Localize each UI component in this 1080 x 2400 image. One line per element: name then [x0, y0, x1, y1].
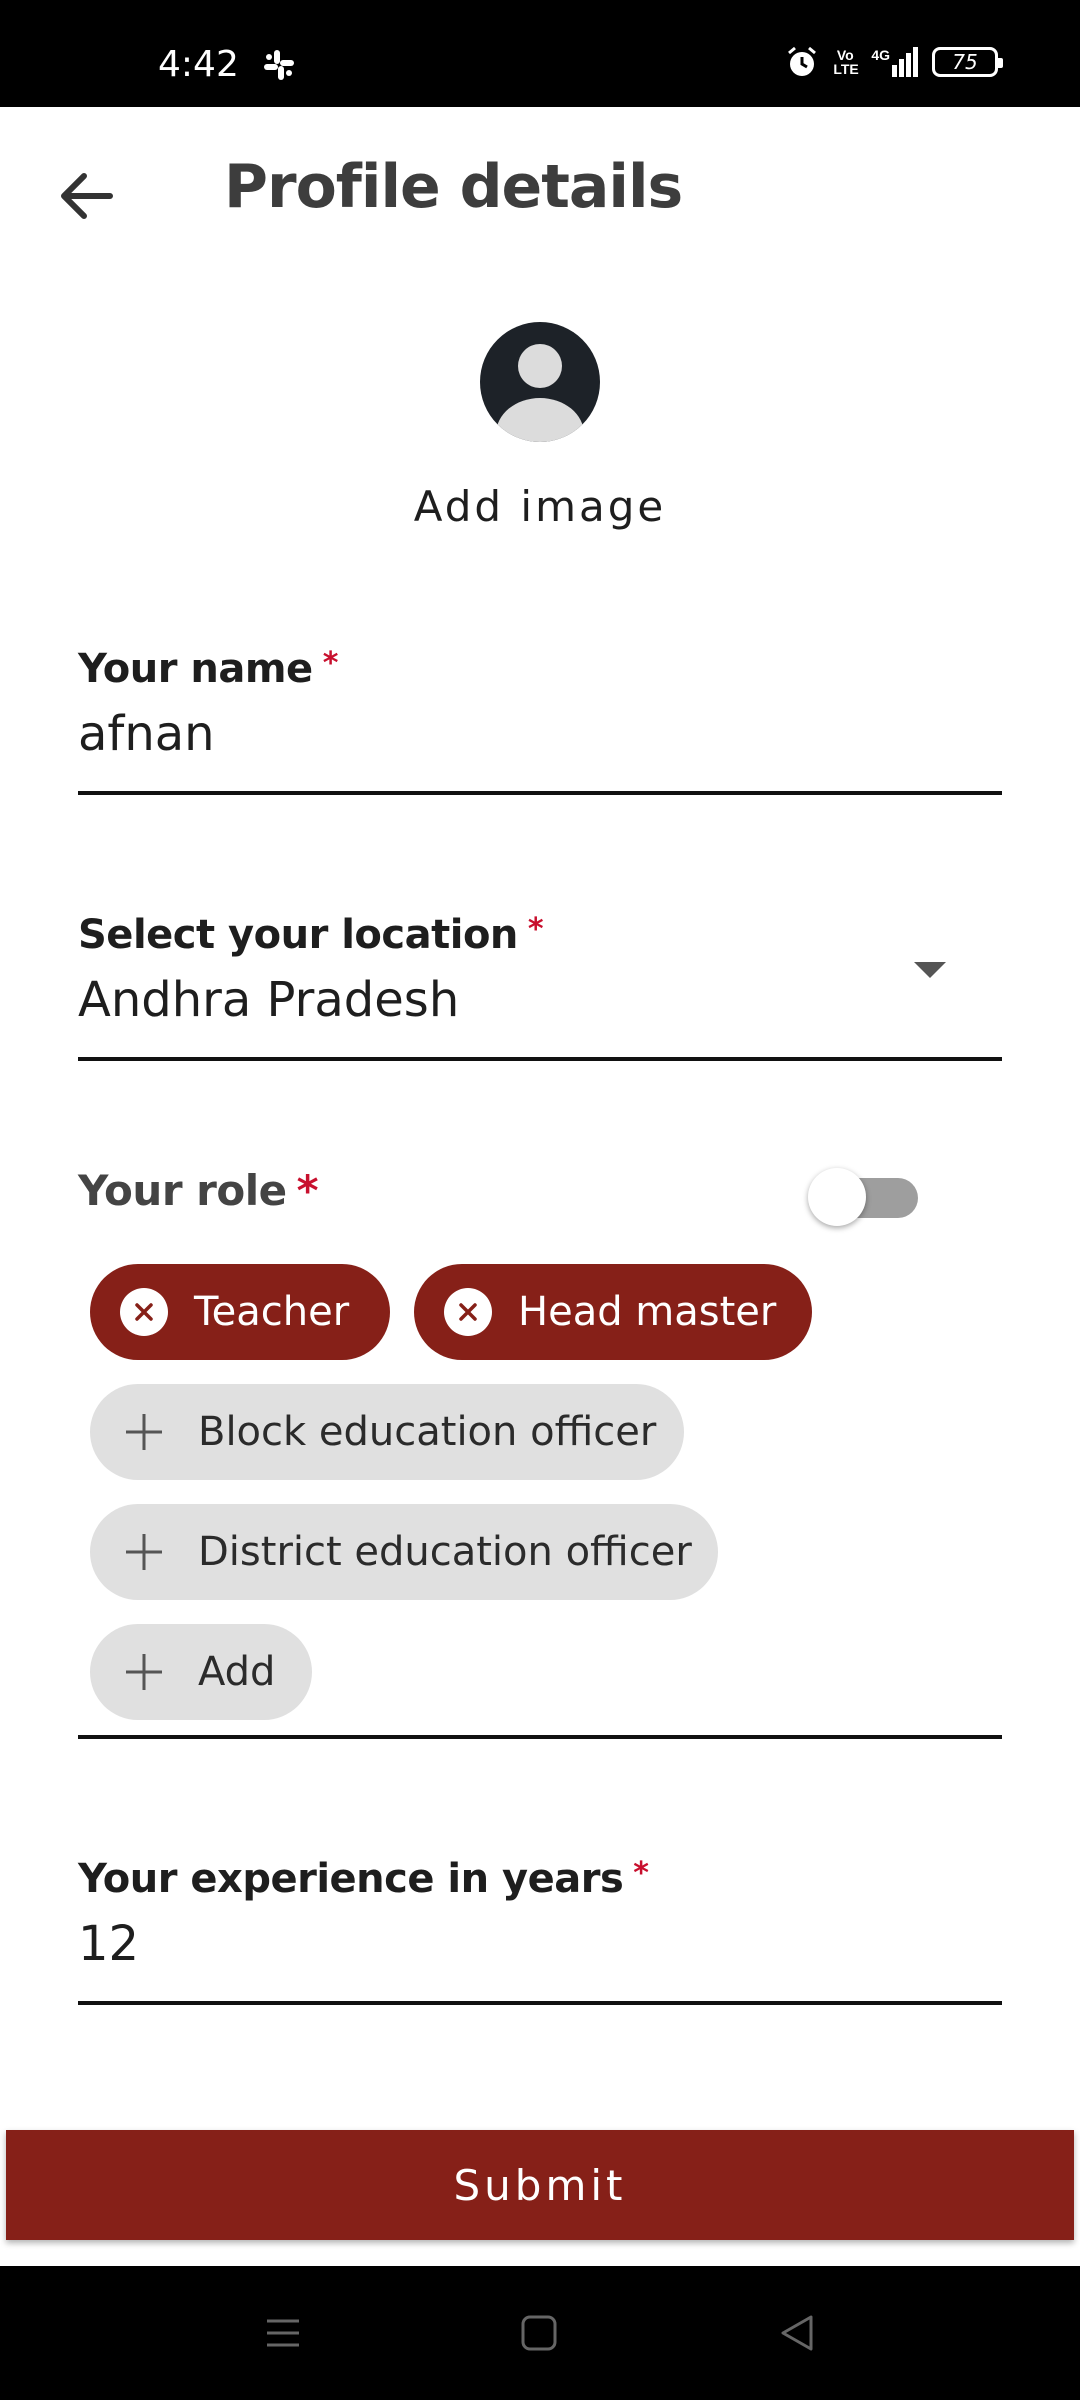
status-time: 4:42 [158, 44, 239, 85]
navigation-bar [0, 2266, 1080, 2400]
chip-label: Add [198, 1649, 276, 1695]
required-mark: * [296, 1166, 319, 1215]
network-type-label: 4G [871, 47, 890, 63]
battery-icon: 75 [932, 47, 1003, 77]
avatar[interactable] [480, 322, 600, 442]
name-label-text: Your name [78, 646, 313, 692]
back-icon [781, 2315, 813, 2351]
experience-field[interactable]: Your experience in years * 12 [78, 1856, 1002, 1972]
toggle-knob [808, 1168, 866, 1226]
submit-button[interactable]: Submit [6, 2130, 1074, 2240]
name-underline [78, 791, 1002, 795]
experience-label: Your experience in years * [78, 1856, 1002, 1902]
required-mark: * [527, 912, 544, 947]
experience-input[interactable]: 12 [78, 1916, 1002, 1972]
alarm-icon [788, 46, 817, 76]
plus-icon [120, 1408, 168, 1456]
back-nav-button[interactable] [772, 2308, 822, 2358]
home-icon [521, 2315, 557, 2351]
slack-icon [264, 50, 294, 80]
dropdown-arrow-icon[interactable] [914, 962, 946, 978]
role-underline [78, 1735, 1002, 1739]
back-button[interactable] [50, 160, 122, 232]
chip-label: District education officer [198, 1529, 692, 1575]
add-image-button[interactable]: Add image [0, 482, 1080, 531]
required-mark: * [633, 1856, 649, 1891]
chip-label: Head master [518, 1289, 777, 1335]
experience-underline [78, 2001, 1002, 2005]
chip-block-education-officer[interactable]: Block education officer [90, 1384, 684, 1480]
battery-level: 75 [952, 50, 978, 74]
status-bar: 4:42 Vo LTE 4G 75 [0, 0, 1080, 107]
signal-icon: 4G [871, 47, 918, 77]
location-underline [78, 1057, 1002, 1061]
close-icon[interactable] [120, 1288, 168, 1336]
menu-button[interactable] [258, 2308, 308, 2358]
chip-district-education-officer[interactable]: District education officer [90, 1504, 718, 1600]
back-arrow-icon [61, 173, 113, 219]
required-mark: * [322, 646, 339, 681]
chip-head-master[interactable]: Head master [414, 1264, 812, 1360]
location-label-text: Select your location [78, 912, 518, 958]
close-icon[interactable] [444, 1288, 492, 1336]
role-label-text: Your role [78, 1166, 287, 1215]
name-label: Your name * [78, 646, 1002, 692]
location-field[interactable]: Select your location * Andhra Pradesh [78, 912, 1002, 1028]
plus-icon [120, 1648, 168, 1696]
chip-label: Block education officer [198, 1409, 657, 1455]
plus-icon [120, 1528, 168, 1576]
volte-icon: Vo LTE [833, 47, 859, 77]
menu-icon [267, 2319, 299, 2347]
chip-add[interactable]: Add [90, 1624, 312, 1720]
name-field[interactable]: Your name * afnan [78, 646, 1002, 762]
role-label: Your role * [78, 1166, 319, 1215]
page-title: Profile details [224, 152, 683, 222]
role-toggle[interactable] [808, 1168, 918, 1226]
home-button[interactable] [514, 2308, 564, 2358]
experience-label-text: Your experience in years [78, 1856, 624, 1902]
status-icons: Vo LTE 4G 75 [785, 42, 1003, 82]
chip-label: Teacher [194, 1289, 350, 1335]
name-input[interactable]: afnan [78, 706, 1002, 762]
location-select[interactable]: Andhra Pradesh [78, 972, 1002, 1028]
location-label: Select your location * [78, 912, 1002, 958]
avatar-icon [496, 344, 584, 442]
chip-teacher[interactable]: Teacher [90, 1264, 390, 1360]
